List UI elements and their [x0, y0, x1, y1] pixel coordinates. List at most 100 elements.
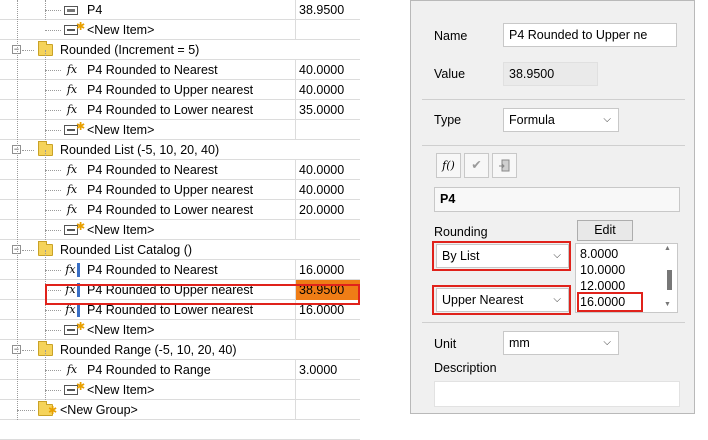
- tree-row-label: <New Item>: [87, 223, 155, 237]
- tree-connector: [45, 210, 61, 211]
- list-item[interactable]: 12.0000: [580, 279, 625, 293]
- scroll-down-icon[interactable]: ▼: [664, 301, 671, 308]
- tree-connector: [22, 350, 34, 351]
- type-label: Type: [434, 113, 462, 127]
- new-item-icon: ✱: [64, 381, 85, 395]
- new-item-icon: ✱: [64, 321, 85, 335]
- new-item-icon: ✱: [64, 21, 85, 35]
- description-label: Description: [434, 361, 497, 375]
- new-item-icon: ✱: [64, 221, 85, 235]
- new-star-icon: ✱: [76, 21, 86, 33]
- tree-row-value[interactable]: [295, 40, 360, 60]
- tree-row-label: <New Item>: [87, 383, 155, 397]
- annotation-box: [577, 292, 643, 312]
- tree-connector: [22, 50, 34, 51]
- tree-row-value[interactable]: [295, 240, 360, 260]
- tree-row-value[interactable]: 40.0000: [295, 160, 360, 180]
- tree-connector: [45, 350, 46, 400]
- tree-row-value[interactable]: 38.9500: [295, 0, 360, 20]
- tree-row-value[interactable]: [295, 220, 360, 240]
- tree-row-value[interactable]: 16.0000: [295, 260, 360, 280]
- tree-row-label: P4 Rounded to Lower nearest: [87, 103, 254, 117]
- description-field[interactable]: [434, 381, 680, 407]
- folder-icon: ✱: [38, 401, 57, 417]
- tree-row-value[interactable]: [295, 340, 360, 360]
- tree-row-value[interactable]: [295, 400, 360, 420]
- new-star-icon: ✱: [76, 381, 86, 393]
- tree-row-label: <New Item>: [87, 323, 155, 337]
- name-field[interactable]: P4 Rounded to Upper ne: [503, 23, 677, 47]
- tree-row[interactable]: ✱ <New Item>: [0, 20, 360, 40]
- tree-group-row[interactable]: − Rounded (Increment = 5): [0, 40, 360, 60]
- tree-row-label: Rounded List (-5, 10, 20, 40): [60, 143, 220, 157]
- unit-dropdown[interactable]: mm ⌵: [503, 331, 619, 355]
- formula-icon: fx: [66, 363, 78, 376]
- tree-row[interactable]: ✱ <New Item>: [0, 380, 360, 400]
- tree-row-value[interactable]: 20.0000: [295, 200, 360, 220]
- tree-row-value[interactable]: 40.0000: [295, 180, 360, 200]
- edit-list-button[interactable]: Edit: [577, 220, 633, 241]
- tree-row[interactable]: P4 38.9500: [0, 0, 360, 20]
- tree-connector: [45, 50, 46, 140]
- tree-group-row[interactable]: − Rounded Range (-5, 10, 20, 40): [0, 340, 360, 360]
- tree-connector: [45, 330, 61, 331]
- new-star-icon: ✱: [48, 405, 58, 417]
- tree-row-value[interactable]: [295, 140, 360, 160]
- tree-row[interactable]: fx P4 Rounded to Upper nearest 40.0000: [0, 180, 360, 200]
- tree-row-label: Rounded Range (-5, 10, 20, 40): [60, 343, 237, 357]
- tree-row-label: P4 Rounded to Upper nearest: [87, 183, 254, 197]
- type-dropdown[interactable]: Formula ⌵: [503, 108, 619, 132]
- tree-row-label: P4 Rounded to Lower nearest: [87, 203, 254, 217]
- formula-icon: fx: [66, 163, 78, 176]
- formula-icon: fx: [66, 63, 78, 76]
- tree-row[interactable]: fx P4 Rounded to Nearest 40.0000: [0, 160, 360, 180]
- tree-row-value[interactable]: [295, 120, 360, 140]
- tree-connector: [45, 270, 61, 271]
- tree-row[interactable]: ✱ <New Item>: [0, 120, 360, 140]
- tree-group-row[interactable]: − Rounded List (-5, 10, 20, 40): [0, 140, 360, 160]
- tree-row[interactable]: ✱ <New Group>: [0, 400, 360, 420]
- tree-row[interactable]: ✱ <New Item>: [0, 220, 360, 240]
- tree-row-value[interactable]: [295, 20, 360, 40]
- check-button[interactable]: ✔: [464, 153, 489, 178]
- tree-row-label: P4: [87, 3, 103, 17]
- parameter-icon: [64, 6, 78, 15]
- scroll-thumb[interactable]: [667, 270, 672, 290]
- chevron-down-icon: ⌵: [603, 114, 611, 125]
- insert-parameter-button[interactable]: [492, 153, 517, 178]
- scroll-up-icon[interactable]: ▲: [664, 245, 671, 252]
- separator: [422, 99, 685, 100]
- value-label: Value: [434, 67, 466, 81]
- tree-group-row[interactable]: − Rounded List Catalog (): [0, 240, 360, 260]
- annotation-box: [432, 285, 571, 315]
- tree-connector: [45, 370, 61, 371]
- function-button[interactable]: f(): [436, 153, 461, 178]
- tree-row[interactable]: fx P4 Rounded to Lower nearest 35.0000: [0, 100, 360, 120]
- tree-row-value[interactable]: [295, 320, 360, 340]
- tree-row-value[interactable]: 40.0000: [295, 60, 360, 80]
- list-item[interactable]: 10.0000: [580, 263, 625, 277]
- tree-row-value[interactable]: 35.0000: [295, 100, 360, 120]
- formula-field[interactable]: P4: [434, 187, 680, 212]
- tree-row-value[interactable]: 3.0000: [295, 360, 360, 380]
- tree-row[interactable]: fx P4 Rounded to Upper nearest 40.0000: [0, 80, 360, 100]
- tree-row[interactable]: fx P4 Rounded to Nearest 40.0000: [0, 60, 360, 80]
- tree-row-label: <New Item>: [87, 123, 155, 137]
- tree-row[interactable]: ✱ <New Item>: [0, 320, 360, 340]
- list-scrollbar[interactable]: ▲ ▼: [661, 244, 677, 312]
- tree-row[interactable]: fx P4 Rounded to Nearest 16.0000: [0, 260, 360, 280]
- formula-icon: fx: [66, 203, 78, 216]
- list-item[interactable]: 8.0000: [580, 247, 618, 261]
- tree-row-value[interactable]: [295, 380, 360, 400]
- list-formula-icon: fx: [64, 303, 80, 317]
- tree-connector: [22, 150, 34, 151]
- tree-row[interactable]: fx P4 Rounded to Lower nearest 20.0000: [0, 200, 360, 220]
- new-star-icon: ✱: [76, 321, 86, 333]
- tree-connector: [17, 0, 18, 420]
- formula-icon: fx: [66, 83, 78, 96]
- tree-connector: [17, 410, 35, 411]
- tree-row[interactable]: fx P4 Rounded to Range 3.0000: [0, 360, 360, 380]
- tree-connector: [45, 110, 61, 111]
- tree-row-value[interactable]: 40.0000: [295, 80, 360, 100]
- tree-connector: [45, 230, 61, 231]
